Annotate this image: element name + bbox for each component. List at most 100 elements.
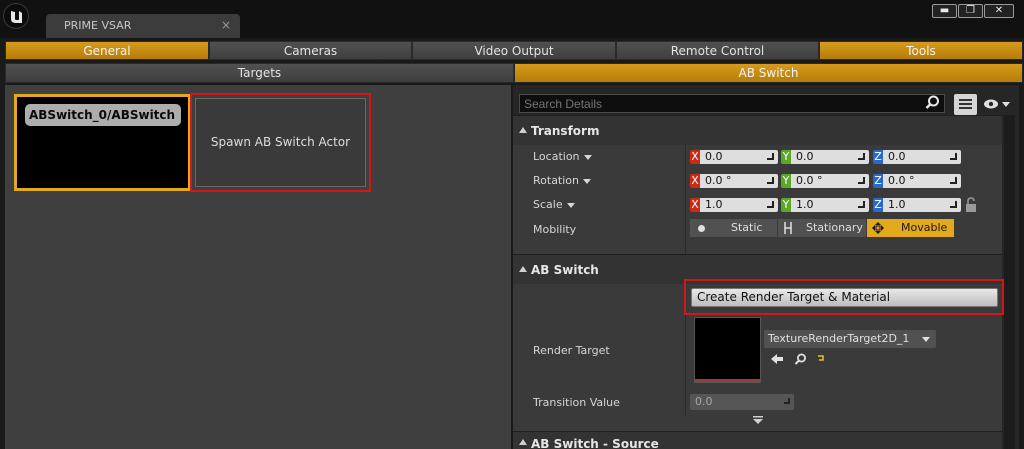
tab-remote-control[interactable]: Remote Control — [616, 41, 819, 60]
mobility-selector: Static Stationary Movable — [690, 219, 954, 237]
scale-y-value: 1.0 — [796, 198, 814, 211]
stationary-icon — [784, 222, 792, 234]
static-icon — [698, 225, 705, 232]
grid-icon — [959, 99, 972, 109]
mobility-stationary-option[interactable]: Stationary — [778, 219, 866, 237]
details-scrollbar[interactable] — [1004, 115, 1015, 449]
axis-z-badge: Z — [873, 198, 883, 212]
location-label-text: Location — [533, 150, 580, 163]
eye-icon[interactable] — [983, 98, 1013, 110]
create-render-target-button[interactable]: Create Render Target & Material — [691, 288, 998, 307]
drag-handle-icon — [950, 153, 957, 160]
thumbnail-bar — [695, 379, 760, 382]
use-selected-arrow-icon[interactable] — [770, 353, 784, 365]
location-y-field[interactable]: Y 0.0 — [781, 150, 869, 164]
location-x-field[interactable]: X 0.0 — [690, 150, 778, 164]
reset-arrow-icon[interactable] — [816, 353, 826, 363]
dropdown-caret-icon — [583, 154, 592, 160]
drag-handle-icon — [858, 177, 865, 184]
rotation-x-field[interactable]: X 0.0 ° — [690, 174, 778, 188]
dropdown-caret-icon — [922, 337, 930, 342]
render-target-dropdown[interactable]: TextureRenderTarget2D_1 — [764, 330, 936, 348]
drag-handle-icon — [950, 201, 957, 208]
tab-close-icon[interactable]: × — [221, 18, 231, 32]
transform-section-header[interactable]: Transform — [513, 115, 1002, 145]
render-target-label: Render Target — [533, 344, 610, 357]
mobility-movable-option[interactable]: Movable — [867, 219, 954, 237]
ab-switch-card[interactable]: ABSwitch_0/ABSwitch — [14, 94, 191, 191]
render-target-value: TextureRenderTarget2D_1 — [768, 332, 910, 345]
tab-targets[interactable]: Targets — [5, 63, 514, 83]
expand-down-icon — [752, 416, 763, 424]
transform-properties: Location X 0.0 Y 0.0 Z 0.0 Rotation X 0.0 ° … — [513, 145, 1002, 255]
advanced-expand-row[interactable] — [513, 415, 1002, 431]
scale-x-field[interactable]: X 1.0 — [690, 198, 778, 212]
location-z-field[interactable]: Z 0.0 — [873, 150, 961, 164]
rotation-label[interactable]: Rotation — [533, 174, 592, 187]
location-x-value: 0.0 — [705, 150, 723, 163]
axis-y-badge: Y — [781, 198, 791, 212]
editor-tab[interactable]: PRIME VSAR × — [46, 14, 240, 38]
scale-x-value: 1.0 — [705, 198, 723, 211]
location-label[interactable]: Location — [533, 150, 592, 163]
search-icon[interactable] — [925, 95, 940, 110]
scale-z-field[interactable]: Z 1.0 — [873, 198, 961, 212]
rotation-x-value: 0.0 ° — [705, 174, 732, 187]
tab-cameras[interactable]: Cameras — [209, 41, 412, 60]
collapse-arrow-icon — [519, 127, 527, 133]
ab-switch-list-panel: ABSwitch_0/ABSwitch Spawn AB Switch Acto… — [5, 85, 511, 449]
move-arrows-icon — [872, 222, 884, 234]
view-options-button[interactable] — [954, 94, 977, 115]
maximize-button[interactable]: ❐ — [958, 4, 983, 18]
transition-value-field[interactable]: 0.0 — [690, 394, 794, 410]
drag-handle-icon — [767, 201, 774, 208]
location-z-value: 0.0 — [888, 150, 906, 163]
search-details-input[interactable] — [519, 94, 945, 113]
tab-ab-switch[interactable]: AB Switch — [514, 63, 1023, 83]
tab-general[interactable]: General — [5, 41, 209, 60]
tab-video-output[interactable]: Video Output — [412, 41, 616, 60]
ab-switch-title: AB Switch — [531, 263, 599, 277]
browse-search-icon[interactable] — [794, 353, 807, 366]
dropdown-caret-icon — [583, 178, 592, 184]
mobility-static-option[interactable]: Static — [690, 219, 777, 237]
minimize-button[interactable]: ▬ — [932, 4, 957, 18]
lock-icon[interactable] — [965, 197, 977, 213]
scale-z-value: 1.0 — [888, 198, 906, 211]
spawn-ab-switch-actor-button[interactable]: Spawn AB Switch Actor — [195, 98, 366, 187]
tab-title: PRIME VSAR — [64, 19, 132, 32]
transition-value-label: Transition Value — [533, 396, 620, 409]
render-target-thumbnail[interactable] — [694, 317, 761, 383]
drag-handle-icon — [950, 177, 957, 184]
drag-handle-icon — [767, 177, 774, 184]
axis-x-badge: X — [690, 198, 700, 212]
axis-x-badge: X — [690, 150, 700, 164]
sub-tab-bar: Targets AB Switch — [5, 63, 1023, 83]
collapse-arrow-icon — [519, 266, 527, 272]
axis-z-badge: Z — [873, 174, 883, 188]
ab-switch-card-label: ABSwitch_0/ABSwitch — [25, 104, 181, 126]
rotation-label-text: Rotation — [533, 174, 580, 187]
ab-switch-source-section-header[interactable]: AB Switch - Source — [513, 431, 1002, 449]
rotation-z-field[interactable]: Z 0.0 ° — [873, 174, 961, 188]
collapse-arrow-icon — [519, 439, 527, 445]
tab-tools[interactable]: Tools — [819, 41, 1023, 60]
drag-handle-icon — [858, 201, 865, 208]
transform-title: Transform — [531, 124, 600, 138]
scale-y-field[interactable]: Y 1.0 — [781, 198, 869, 212]
column-divider — [685, 145, 686, 255]
ab-switch-source-title: AB Switch - Source — [531, 437, 659, 449]
axis-y-badge: Y — [781, 150, 791, 164]
rotation-z-value: 0.0 ° — [888, 174, 915, 187]
axis-x-badge: X — [690, 174, 700, 188]
main-tab-bar: General Cameras Video Output Remote Cont… — [5, 41, 1023, 60]
dropdown-caret-icon — [566, 202, 575, 208]
rotation-y-field[interactable]: Y 0.0 ° — [781, 174, 869, 188]
scale-label[interactable]: Scale — [533, 198, 575, 211]
drag-handle-icon — [784, 398, 790, 404]
title-bar: PRIME VSAR × ▬ ❐ ✕ — [0, 0, 1024, 38]
close-window-button[interactable]: ✕ — [984, 4, 1014, 18]
movable-label: Movable — [901, 221, 948, 234]
mobility-label: Mobility — [533, 223, 577, 236]
stationary-label: Stationary — [806, 221, 863, 234]
